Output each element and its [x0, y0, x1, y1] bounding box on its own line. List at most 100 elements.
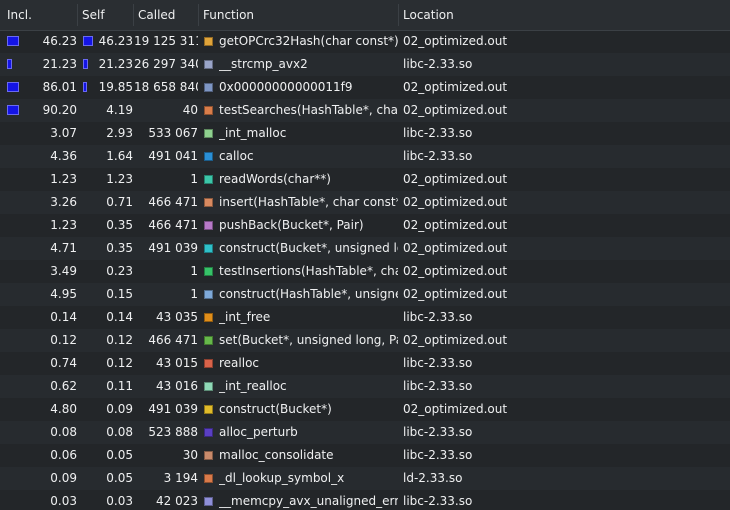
function-name[interactable]: malloc_consolidate	[219, 444, 398, 467]
call-count: 533 067	[148, 126, 198, 140]
table-row[interactable]: 3.49 0.23 1 testInsertions(HashTable*, char…	[0, 260, 730, 283]
function-color-icon	[204, 497, 213, 506]
table-row[interactable]: 0.03 0.03 42 023 __memcpy_avx_unaligned_erm…	[0, 490, 730, 510]
function-name[interactable]: testSearches(HashTable*, char ...	[219, 99, 398, 122]
call-count: 491 039	[148, 402, 198, 416]
table-row[interactable]: 1.23 1.23 1 readWords(char**) 02_optimized.o…	[0, 168, 730, 191]
table-row[interactable]: 0.12 0.12 466 471 set(Bucket*, unsigned lon…	[0, 329, 730, 352]
table-row[interactable]: 0.09 0.05 3 194 _dl_lookup_symbol_x ld-2.33.…	[0, 467, 730, 490]
table-row[interactable]: 90.20 4.19 40 testSearches(HashTable*, char…	[0, 99, 730, 122]
location-name: libc-2.33.so	[403, 425, 473, 439]
call-count: 42 023	[156, 494, 198, 508]
self-cost: 0.05	[106, 448, 133, 462]
call-count: 466 471	[148, 333, 198, 347]
table-row[interactable]: 4.36 1.64 491 041 calloc libc-2.33.so	[0, 145, 730, 168]
incl-cost-bar	[7, 36, 19, 46]
self-cost: 1.23	[106, 172, 133, 186]
table-row[interactable]: 4.95 0.15 1 construct(HashTable*, unsigne..…	[0, 283, 730, 306]
location-name: libc-2.33.so	[403, 149, 473, 163]
incl-cost: 0.62	[50, 379, 77, 393]
self-cost: 2.93	[106, 126, 133, 140]
location-name: 02_optimized.out	[403, 333, 508, 347]
call-count: 40	[182, 103, 198, 117]
incl-cost: 0.06	[50, 448, 77, 462]
table-row[interactable]: 4.80 0.09 491 039 construct(Bucket*) 02_opti…	[0, 398, 730, 421]
incl-cost-bar	[7, 82, 19, 92]
function-color-icon	[204, 129, 213, 138]
function-name[interactable]: calloc	[219, 145, 398, 168]
location-name: 02_optimized.out	[403, 103, 508, 117]
function-name[interactable]: construct(HashTable*, unsigne...	[219, 283, 398, 306]
call-count: 491 041	[148, 149, 198, 163]
incl-cost: 1.23	[50, 218, 77, 232]
function-name[interactable]: alloc_perturb	[219, 421, 398, 444]
function-name[interactable]: __strcmp_avx2	[219, 53, 398, 76]
function-name[interactable]: _int_realloc	[219, 375, 398, 398]
function-name[interactable]: _int_malloc	[219, 122, 398, 145]
table-row[interactable]: 0.14 0.14 43 035 _int_free libc-2.33.so	[0, 306, 730, 329]
incl-cost: 0.14	[50, 310, 77, 324]
call-count: 3 194	[163, 471, 198, 485]
self-cost: 0.12	[106, 356, 133, 370]
location-name: 02_optimized.out	[403, 80, 508, 94]
function-name[interactable]: set(Bucket*, unsigned long, Pair)	[219, 329, 398, 352]
incl-cost: 4.36	[50, 149, 77, 163]
call-count: 1	[190, 287, 198, 301]
function-color-icon	[204, 244, 213, 253]
self-cost: 0.71	[106, 195, 133, 209]
function-name[interactable]: _dl_lookup_symbol_x	[219, 467, 398, 490]
location-name: 02_optimized.out	[403, 172, 508, 186]
function-name[interactable]: pushBack(Bucket*, Pair)	[219, 214, 398, 237]
table-row[interactable]: 0.62 0.11 43 016 _int_realloc libc-2.33.so	[0, 375, 730, 398]
self-cost: 1.64	[106, 149, 133, 163]
call-count: 523 888	[148, 425, 198, 439]
call-count: 1	[190, 264, 198, 278]
call-count: 43 016	[156, 379, 198, 393]
table-row[interactable]: 0.74 0.12 43 015 realloc libc-2.33.so	[0, 352, 730, 375]
location-name: libc-2.33.so	[403, 310, 473, 324]
table-row[interactable]: 3.07 2.93 533 067 _int_malloc libc-2.33.so	[0, 122, 730, 145]
table-row[interactable]: 0.08 0.08 523 888 alloc_perturb libc-2.33.so	[0, 421, 730, 444]
table-row[interactable]: 21.23 21.23 26 297 340 __strcmp_avx2 libc-2.…	[0, 53, 730, 76]
self-cost: 19.85	[98, 80, 133, 94]
table-row[interactable]: 4.71 0.35 491 039 construct(Bucket*, unsign…	[0, 237, 730, 260]
location-name: 02_optimized.out	[403, 218, 508, 232]
incl-cost-bar	[7, 105, 19, 115]
self-cost: 0.03	[106, 494, 133, 508]
location-name: 02_optimized.out	[403, 195, 508, 209]
location-name: libc-2.33.so	[403, 448, 473, 462]
self-cost-bar	[83, 36, 93, 46]
incl-cost: 46.23	[42, 34, 77, 48]
function-color-icon	[204, 175, 213, 184]
self-cost: 0.11	[106, 379, 133, 393]
self-cost: 0.12	[106, 333, 133, 347]
call-count: 466 471	[148, 218, 198, 232]
location-name: libc-2.33.so	[403, 494, 473, 508]
table-row[interactable]: 0.06 0.05 30 malloc_consolidate libc-2.33.so	[0, 444, 730, 467]
location-name: libc-2.33.so	[403, 379, 473, 393]
call-count: 466 471	[148, 195, 198, 209]
function-name[interactable]: _int_free	[219, 306, 398, 329]
table-row[interactable]: 1.23 0.35 466 471 pushBack(Bucket*, Pair) 02…	[0, 214, 730, 237]
table-row[interactable]: 86.01 19.85 18 658 840 0x00000000000011f9 02…	[0, 76, 730, 99]
incl-cost: 3.49	[50, 264, 77, 278]
function-name[interactable]: __memcpy_avx_unaligned_erms	[219, 490, 398, 510]
function-color-icon	[204, 313, 213, 322]
function-name[interactable]: testInsertions(HashTable*, char...	[219, 260, 398, 283]
function-name[interactable]: realloc	[219, 352, 398, 375]
function-color-icon	[204, 83, 213, 92]
function-name[interactable]: readWords(char**)	[219, 168, 398, 191]
function-color-icon	[204, 474, 213, 483]
self-cost-bar	[83, 59, 88, 69]
self-cost: 0.09	[106, 402, 133, 416]
function-name[interactable]: construct(Bucket*, unsigned long)	[219, 237, 398, 260]
table-row[interactable]: 3.26 0.71 466 471 insert(HashTable*, char c…	[0, 191, 730, 214]
function-name[interactable]: 0x00000000000011f9	[219, 76, 398, 99]
self-cost: 0.08	[106, 425, 133, 439]
location-name: 02_optimized.out	[403, 287, 508, 301]
location-name: libc-2.33.so	[403, 356, 473, 370]
function-name[interactable]: getOPCrc32Hash(char const*)	[219, 30, 398, 53]
table-row[interactable]: 46.23 46.23 19 125 311 getOPCrc32Hash(char …	[0, 30, 730, 53]
function-name[interactable]: insert(HashTable*, char const*, ...	[219, 191, 398, 214]
function-name[interactable]: construct(Bucket*)	[219, 398, 398, 421]
